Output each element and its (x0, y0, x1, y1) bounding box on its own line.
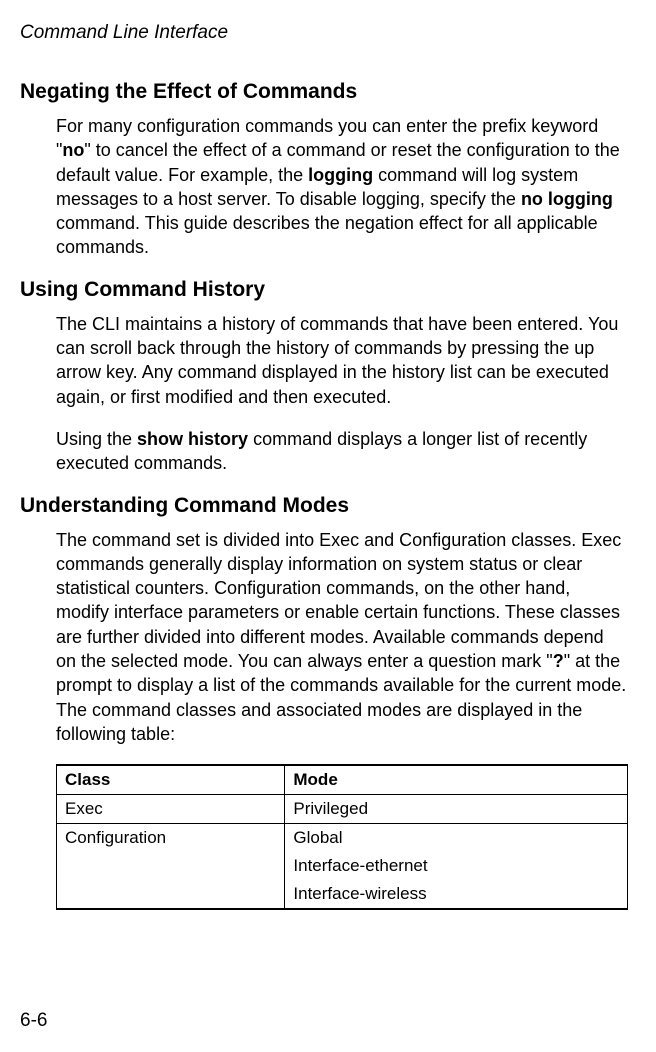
table-row: Exec Privileged (57, 795, 628, 824)
table-cell: Exec (57, 795, 285, 824)
text: Using the (56, 429, 137, 449)
section-title-modes: Understanding Command Modes (20, 494, 628, 518)
table-header-row: Class Mode (57, 765, 628, 795)
table-header-mode: Mode (285, 765, 628, 795)
table-cell: Interface-ethernet (285, 852, 628, 880)
bold-text: no (62, 140, 84, 160)
table-header-class: Class (57, 765, 285, 795)
text: command. This guide describes the negati… (56, 213, 598, 257)
paragraph-negating: For many configuration commands you can … (56, 114, 628, 260)
table-cell: Configuration (57, 824, 285, 910)
section-negating: Negating the Effect of Commands For many… (20, 80, 628, 260)
section-history: Using Command History The CLI maintains … (20, 278, 628, 476)
section-modes: Understanding Command Modes The command … (20, 494, 628, 911)
table-cell: Global (285, 824, 628, 853)
bold-text: ? (553, 651, 564, 671)
paragraph-history-1: The CLI maintains a history of commands … (56, 312, 628, 409)
text: The command set is divided into Exec and… (56, 530, 621, 671)
modes-table: Class Mode Exec Privileged Configuration… (56, 764, 628, 910)
bold-text: no logging (521, 189, 613, 209)
paragraph-history-2: Using the show history command displays … (56, 427, 628, 476)
section-title-negating: Negating the Effect of Commands (20, 80, 628, 104)
section-title-history: Using Command History (20, 278, 628, 302)
paragraph-modes: The command set is divided into Exec and… (56, 528, 628, 747)
page-number: 6-6 (20, 1010, 47, 1032)
table-row: Configuration Global (57, 824, 628, 853)
table-cell: Interface-wireless (285, 880, 628, 909)
bold-text: show history (137, 429, 248, 449)
table-cell: Privileged (285, 795, 628, 824)
bold-text: logging (308, 165, 373, 185)
page-header: Command Line Interface (20, 22, 628, 44)
